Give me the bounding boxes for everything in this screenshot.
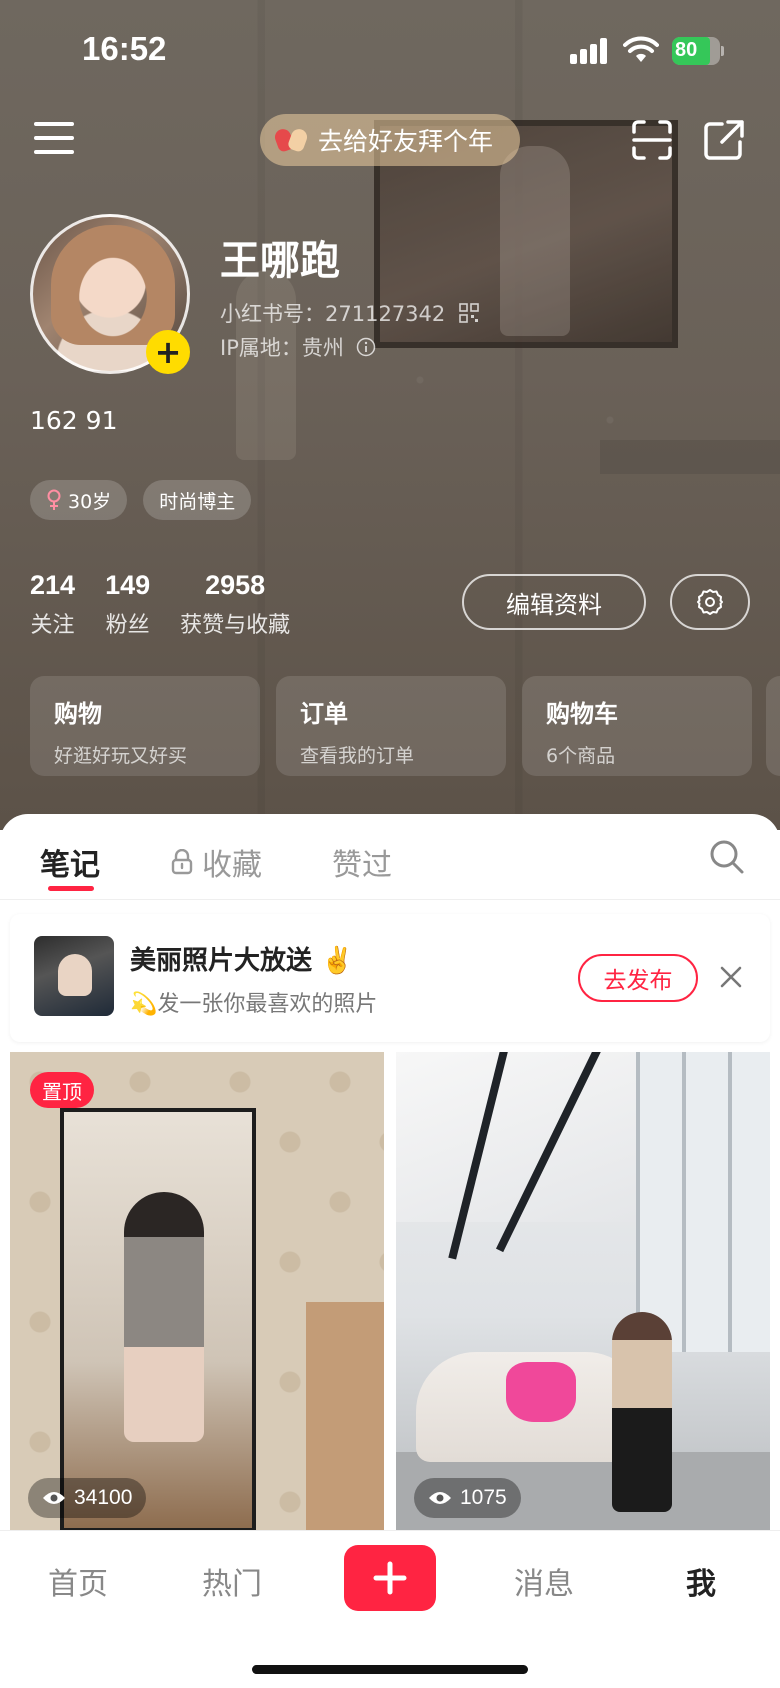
red-envelope-icon — [272, 126, 310, 154]
view-count-value: 1075 — [460, 1486, 507, 1509]
orders-card-title: 订单 — [300, 700, 348, 728]
user-id-row: 小红书号：271127342 — [220, 298, 480, 328]
promo-banner[interactable]: 美丽照片大放送 ✌️ 💫发一张你最喜欢的照片 去发布 — [10, 914, 770, 1042]
followers-count: 149 — [105, 570, 151, 600]
bottom-navigation: 首页 热门 消息 我 — [0, 1530, 780, 1688]
promo-title: 美丽照片大放送 ✌️ — [130, 946, 354, 976]
battery-icon: 80 — [672, 37, 724, 65]
shopping-card-title: 购物 — [54, 700, 102, 728]
eye-icon — [43, 1492, 65, 1504]
create-post-button[interactable] — [344, 1545, 436, 1611]
likes-count: 2958 — [205, 570, 266, 600]
orders-card-subtitle: 查看我的订单 — [300, 745, 415, 767]
note-card[interactable]: 1075 — [396, 1052, 770, 1532]
cart-card-title: 购物车 — [546, 700, 618, 728]
service-cards: 购物 好逛好玩又好买 订单 查看我的订单 购物车 6个商品 — [30, 676, 752, 776]
menu-icon[interactable] — [34, 120, 76, 156]
followers-stat[interactable]: 149 粉丝 — [105, 570, 150, 639]
following-count: 214 — [30, 570, 76, 600]
ip-location: IP属地：贵州 — [220, 336, 344, 360]
greeting-pill[interactable]: 去给好友拜个年 — [260, 114, 520, 166]
nav-home[interactable]: 首页 — [48, 1559, 108, 1603]
pinned-badge: 置顶 — [30, 1072, 94, 1108]
note-image — [60, 1108, 256, 1532]
share-icon[interactable] — [702, 118, 746, 162]
edit-profile-button[interactable]: 编辑资料 — [462, 574, 646, 630]
nav-trending[interactable]: 热门 — [202, 1559, 262, 1603]
likes-label: 获赞与收藏 — [180, 613, 291, 638]
plus-icon — [373, 1561, 407, 1595]
following-label: 关注 — [30, 613, 75, 638]
publish-button[interactable]: 去发布 — [578, 954, 698, 1002]
promo-subtitle: 💫发一张你最喜欢的照片 — [130, 992, 378, 1017]
view-count-value: 34100 — [74, 1486, 133, 1509]
tab-favorites-label: 收藏 — [202, 848, 262, 883]
female-icon — [47, 489, 61, 510]
nav-me[interactable]: 我 — [686, 1559, 716, 1603]
note-card[interactable]: 置顶 34100 — [10, 1052, 384, 1532]
tab-notes[interactable]: 笔记 — [40, 840, 100, 884]
occupation-tag-label: 时尚博主 — [159, 490, 236, 513]
tab-liked[interactable]: 赞过 — [332, 840, 392, 884]
greeting-pill-label: 去给好友拜个年 — [318, 127, 494, 156]
stats-row: 214 关注 149 粉丝 2958 获赞与收藏 — [30, 570, 320, 639]
view-count: 34100 — [28, 1478, 147, 1518]
nav-messages[interactable]: 消息 — [514, 1559, 574, 1603]
info-icon[interactable] — [356, 337, 376, 357]
following-stat[interactable]: 214 关注 — [30, 570, 75, 639]
add-avatar-plus-icon[interactable]: + — [146, 330, 190, 374]
view-count: 1075 — [414, 1478, 521, 1518]
home-indicator — [252, 1665, 528, 1674]
orders-card[interactable]: 订单 查看我的订单 — [276, 676, 506, 776]
age-tag: 30岁 — [30, 480, 128, 520]
active-tab-indicator — [48, 886, 94, 891]
wifi-icon — [623, 36, 659, 62]
nickname: 王哪跑 — [220, 238, 340, 284]
promo-thumbnail — [34, 936, 114, 1016]
occupation-tag: 时尚博主 — [143, 480, 252, 520]
tab-liked-label: 赞过 — [332, 848, 392, 883]
lock-icon — [171, 849, 193, 875]
likes-stat[interactable]: 2958 获赞与收藏 — [180, 570, 290, 639]
shopping-card-subtitle: 好逛好玩又好买 — [54, 745, 188, 767]
tab-favorites[interactable]: 收藏 — [170, 840, 262, 884]
profile-header: 16:52 80 去给好友拜个年 + 王哪跑 小红书号：271127342 IP… — [0, 0, 780, 830]
profile-tags: 30岁 时尚博主 — [30, 480, 252, 520]
battery-level: 80 — [675, 39, 698, 61]
search-icon[interactable] — [708, 838, 746, 876]
background-step — [600, 440, 780, 474]
status-time: 16:52 — [82, 30, 167, 67]
ip-location-row: IP属地：贵州 — [220, 332, 376, 362]
settings-button[interactable] — [670, 574, 750, 630]
cart-card[interactable]: 购物车 6个商品 — [522, 676, 752, 776]
more-cards-peek[interactable] — [766, 676, 780, 776]
cellular-signal-icon — [570, 38, 610, 64]
cart-card-subtitle: 6个商品 — [546, 745, 616, 767]
content-tabs: 笔记 收藏 赞过 — [0, 814, 780, 900]
scan-icon[interactable] — [630, 118, 674, 162]
qr-code-icon[interactable] — [459, 303, 480, 323]
followers-label: 粉丝 — [105, 613, 150, 638]
status-bar: 16:52 80 — [0, 0, 780, 100]
gear-icon — [697, 589, 723, 615]
close-icon[interactable] — [716, 962, 746, 992]
bio: 162 91 — [30, 406, 118, 435]
tab-notes-label: 笔记 — [40, 848, 100, 883]
user-id: 小红书号：271127342 — [220, 302, 446, 326]
eye-icon — [429, 1492, 451, 1504]
shopping-card[interactable]: 购物 好逛好玩又好买 — [30, 676, 260, 776]
age-tag-label: 30岁 — [68, 490, 112, 513]
